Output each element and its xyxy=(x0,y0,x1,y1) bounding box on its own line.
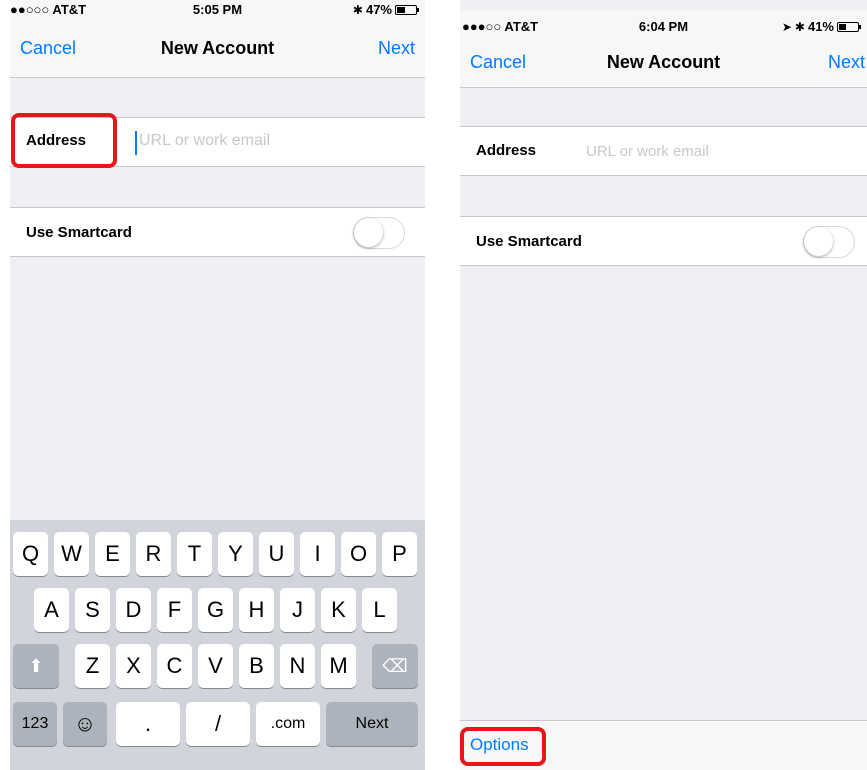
key-h[interactable]: H xyxy=(239,588,274,632)
smartcard-toggle[interactable] xyxy=(353,217,405,249)
left-screen: ●●○○○ AT&T 5:05 PM ✱ 47% Cancel New Acco… xyxy=(10,0,425,770)
key-y[interactable]: Y xyxy=(218,532,253,576)
bluetooth-icon: ✱ xyxy=(352,3,363,17)
key-m[interactable]: M xyxy=(321,644,356,688)
key-a[interactable]: A xyxy=(34,588,69,632)
status-bar: ●●●○○ AT&T 6:04 PM ➤ ✱ 41% xyxy=(460,10,867,44)
smartcard-label: Use Smartcard xyxy=(476,233,582,250)
key-x[interactable]: X xyxy=(116,644,151,688)
key-n[interactable]: N xyxy=(280,644,315,688)
key-s[interactable]: S xyxy=(75,588,110,632)
key-u[interactable]: U xyxy=(259,532,294,576)
key-r[interactable]: R xyxy=(136,532,171,576)
keyboard: Q W E R T Y U I O P A S D F G H J K L ⬆ … xyxy=(10,520,425,770)
key-d[interactable]: D xyxy=(116,588,151,632)
key-p[interactable]: P xyxy=(382,532,417,576)
smartcard-row: Use Smartcard xyxy=(460,216,867,266)
key-z[interactable]: Z xyxy=(75,644,110,688)
battery-percent: 47% xyxy=(365,2,392,17)
next-button[interactable]: Next xyxy=(828,52,865,73)
page-title: New Account xyxy=(160,38,275,58)
key-e[interactable]: E xyxy=(95,532,130,576)
location-icon: ➤ xyxy=(781,20,792,34)
key-l[interactable]: L xyxy=(362,588,397,632)
next-button[interactable]: Next xyxy=(378,38,415,59)
nav-bar: Cancel New Account Next xyxy=(460,44,867,88)
smartcard-toggle[interactable] xyxy=(803,226,855,258)
address-row[interactable]: Address URL or work email xyxy=(460,126,867,176)
status-bar: ●●○○○ AT&T 5:05 PM ✱ 47% xyxy=(10,0,425,20)
text-cursor xyxy=(135,131,137,155)
key-f[interactable]: F xyxy=(157,588,192,632)
status-right: ➤ ✱ 41% xyxy=(781,10,861,44)
right-screen: ●●●○○ AT&T 6:04 PM ➤ ✱ 41% Cancel New Ac… xyxy=(460,0,867,770)
delete-key[interactable]: ⌫ xyxy=(372,644,418,688)
dot-key[interactable]: . xyxy=(116,702,180,746)
battery-icon xyxy=(395,5,419,15)
smartcard-row: Use Smartcard xyxy=(10,207,425,257)
key-j[interactable]: J xyxy=(280,588,315,632)
key-o[interactable]: O xyxy=(341,532,376,576)
status-right: ✱ 47% xyxy=(352,0,419,20)
smartcard-label: Use Smartcard xyxy=(26,224,132,241)
key-b[interactable]: B xyxy=(239,644,274,688)
dotcom-key[interactable]: .com xyxy=(256,702,320,746)
address-input[interactable]: URL or work email xyxy=(139,132,270,150)
address-label-highlight xyxy=(11,113,117,168)
key-v[interactable]: V xyxy=(198,644,233,688)
key-t[interactable]: T xyxy=(177,532,212,576)
bluetooth-icon: ✱ xyxy=(794,20,805,34)
emoji-key[interactable]: ☺ xyxy=(63,702,107,746)
address-input[interactable]: URL or work email xyxy=(586,143,709,160)
key-q[interactable]: Q xyxy=(13,532,48,576)
key-i[interactable]: I xyxy=(300,532,335,576)
key-g[interactable]: G xyxy=(198,588,233,632)
page-title: New Account xyxy=(606,52,721,72)
shift-key[interactable]: ⬆ xyxy=(13,644,59,688)
options-highlight xyxy=(460,727,546,766)
numbers-key[interactable]: 123 xyxy=(13,702,57,746)
battery-icon xyxy=(837,22,861,32)
slash-key[interactable]: / xyxy=(186,702,250,746)
nav-bar: Cancel New Account Next xyxy=(10,20,425,78)
keyboard-next-key[interactable]: Next xyxy=(326,702,418,746)
key-c[interactable]: C xyxy=(157,644,192,688)
key-k[interactable]: K xyxy=(321,588,356,632)
battery-percent: 41% xyxy=(807,19,834,34)
key-w[interactable]: W xyxy=(54,532,89,576)
address-label: Address xyxy=(476,142,537,159)
